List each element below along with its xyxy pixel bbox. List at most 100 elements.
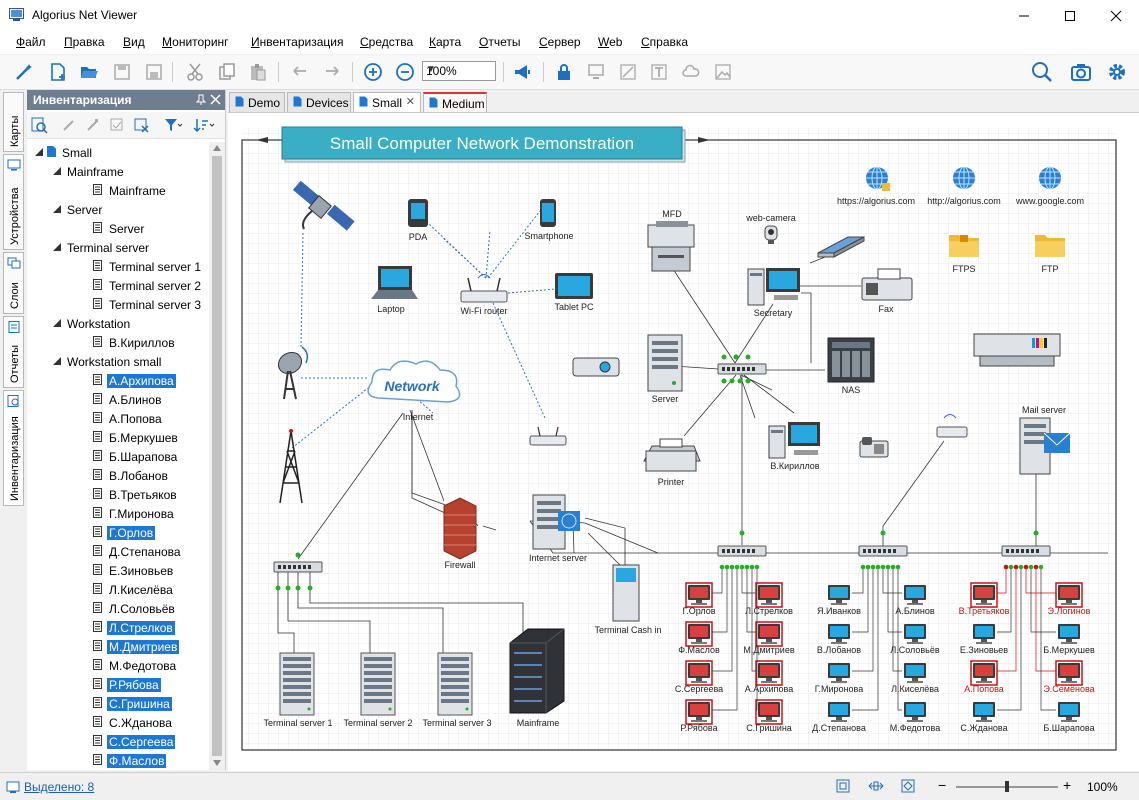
menu-edit[interactable]: Правка — [64, 35, 105, 49]
expand-arrow-icon[interactable] — [53, 319, 61, 327]
filter-icon[interactable] — [164, 117, 182, 133]
tree-item[interactable]: С.Сергеева — [27, 733, 209, 751]
tree-item[interactable]: Terminal server — [27, 239, 209, 257]
vtab-inventory[interactable]: Инвентаризация — [3, 390, 24, 506]
expand-arrow-icon[interactable] — [53, 243, 61, 251]
tree-item[interactable]: Г.Миронова — [27, 505, 209, 523]
save-button[interactable] — [110, 60, 134, 84]
expand-arrow-icon[interactable] — [53, 167, 61, 175]
tree-item[interactable]: Terminal server 3 — [27, 296, 209, 314]
menu-help[interactable]: Справка — [641, 35, 688, 49]
save-all-button[interactable] — [142, 60, 166, 84]
cloud-button[interactable] — [679, 60, 703, 84]
fit-page-icon[interactable] — [835, 778, 851, 794]
expand-arrow-icon[interactable] — [53, 205, 61, 213]
tree-item[interactable]: М.Федотова — [27, 657, 209, 675]
text-button[interactable] — [647, 60, 671, 84]
edit-icon[interactable] — [61, 117, 77, 133]
fit-width-icon[interactable] — [868, 778, 884, 794]
tree-item[interactable]: М.Дмитриев — [27, 638, 209, 656]
tree-item[interactable]: Server — [27, 201, 209, 219]
close-button[interactable] — [1093, 0, 1139, 31]
tree-item[interactable]: Workstation small — [27, 353, 209, 371]
maximize-button[interactable] — [1047, 0, 1093, 31]
map-canvas[interactable]: Small Computer Network Demonstration Net… — [228, 113, 1139, 771]
tab-close-icon[interactable]: ✕ — [406, 95, 415, 108]
tree-item[interactable]: Б.Шарапова — [27, 448, 209, 466]
vtab-maps[interactable]: Карты — [3, 92, 24, 152]
tree-item[interactable]: Server — [27, 220, 209, 238]
tree-item[interactable]: Е.Зиновьев — [27, 562, 209, 580]
zoom-out-button[interactable] — [393, 60, 417, 84]
firewall[interactable]: Firewall — [443, 497, 477, 570]
copy-button[interactable] — [215, 60, 239, 84]
tab-small[interactable]: Small ✕ — [353, 92, 421, 112]
vtab-reports[interactable]: Отчеты — [3, 316, 24, 388]
zoom-out-icon[interactable]: − — [938, 777, 946, 793]
device-button[interactable] — [584, 60, 608, 84]
wizard-button[interactable] — [12, 60, 36, 84]
tree-item[interactable]: Ф.Маслов — [27, 752, 209, 770]
tree-item[interactable]: Workstation — [27, 315, 209, 333]
tree-item[interactable]: Д.Степанова — [27, 543, 209, 561]
tablet-pc[interactable]: Tablet PC — [554, 273, 594, 312]
fullscreen-icon[interactable] — [900, 778, 916, 794]
screenshot-button[interactable] — [1069, 60, 1093, 84]
ftps-folder[interactable]: FTPS — [949, 235, 979, 274]
workstation-node[interactable]: Р.Рябова — [680, 699, 718, 733]
tree-item[interactable]: Terminal server 1 — [27, 258, 209, 276]
line-button[interactable] — [616, 60, 640, 84]
tree-item[interactable]: А.Попова — [27, 410, 209, 428]
tree-item[interactable]: Л.Соловьёв — [27, 600, 209, 618]
paste-button[interactable] — [246, 60, 270, 84]
menu-monitoring[interactable]: Мониторинг — [162, 35, 229, 49]
tree-item[interactable]: Л.Стрелков — [27, 619, 209, 637]
edit-alt-icon[interactable] — [85, 117, 101, 133]
tab-devices[interactable]: Devices — [287, 92, 351, 112]
tree-item[interactable]: Terminal server 2 — [27, 277, 209, 295]
settings-button[interactable] — [1105, 60, 1129, 84]
tree-item[interactable]: Mainframe — [27, 182, 209, 200]
menu-web[interactable]: Web — [598, 35, 622, 49]
vtab-layers[interactable]: Слои — [3, 252, 24, 314]
sort-icon[interactable] — [193, 117, 215, 133]
zoom-in-button[interactable] — [361, 60, 385, 84]
diagram-title-box[interactable]: Small Computer Network Demonstration — [281, 126, 686, 163]
tree-scrollbar-thumb[interactable] — [212, 156, 222, 756]
inventory-scan-icon[interactable] — [31, 117, 48, 134]
delete-list-icon[interactable] — [133, 117, 149, 133]
tree-item[interactable]: С.Жданова — [27, 714, 209, 732]
menu-map[interactable]: Карта — [429, 35, 461, 49]
tree-item[interactable]: В.Кириллов — [27, 334, 209, 352]
expand-arrow-icon[interactable] — [35, 148, 43, 156]
open-button[interactable] — [77, 60, 101, 84]
tree-item[interactable]: Л.Киселёва — [27, 581, 209, 599]
menu-inventory[interactable]: Инвентаризация — [251, 35, 343, 49]
scroll-down-icon[interactable] — [213, 760, 221, 766]
announce-button[interactable] — [510, 60, 534, 84]
tab-medium[interactable]: Medium — [423, 92, 487, 112]
tree-item[interactable]: Р.Рябова — [27, 676, 209, 694]
server[interactable]: Server — [647, 334, 683, 404]
network-diagram[interactable]: Small Computer Network Demonstration Net… — [228, 113, 1139, 771]
tree-item[interactable]: Б.Меркушев — [27, 429, 209, 447]
lock-button[interactable] — [552, 60, 576, 84]
pin-icon[interactable] — [195, 94, 207, 106]
redo-button[interactable] — [320, 60, 344, 84]
search-button[interactable] — [1030, 60, 1054, 84]
tab-demo[interactable]: Demo — [229, 92, 285, 112]
tree-item[interactable]: В.Лобанов — [27, 467, 209, 485]
image-button[interactable] — [711, 60, 735, 84]
tree-item[interactable]: Small — [27, 144, 209, 162]
menu-server[interactable]: Сервер — [539, 35, 581, 49]
tree-item[interactable]: В.Третьяков — [27, 486, 209, 504]
menu-file[interactable]: Файл — [16, 35, 46, 49]
minimize-button[interactable] — [1001, 0, 1047, 31]
mfd[interactable] — [647, 221, 695, 272]
tree-item[interactable]: Г.Орлов — [27, 524, 209, 542]
expand-arrow-icon[interactable] — [53, 357, 61, 365]
tree-item[interactable]: А.Блинов — [27, 391, 209, 409]
selected-count-link[interactable]: Выделено: 8 — [24, 780, 94, 794]
zoom-combobox[interactable]: 100% ▼ — [422, 61, 496, 81]
projector[interactable] — [572, 357, 620, 377]
